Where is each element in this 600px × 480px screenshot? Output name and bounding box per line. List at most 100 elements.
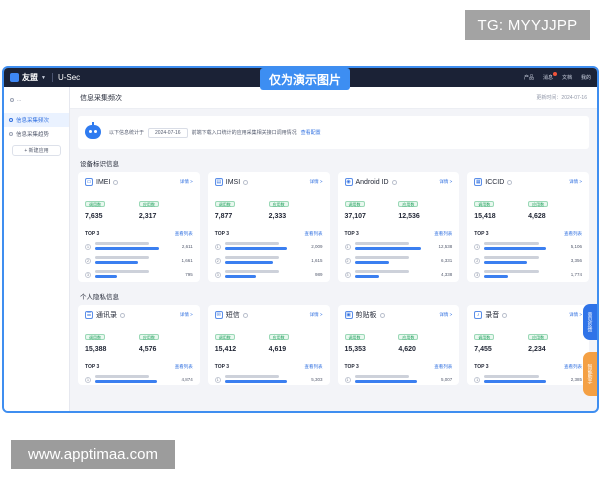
stat-value: 7,635 — [85, 213, 103, 220]
view-list-link[interactable]: 查看列表 — [434, 364, 452, 370]
rank-body — [224, 242, 303, 251]
rank-body — [484, 242, 562, 251]
detail-link[interactable]: 详情 > — [569, 179, 582, 185]
logo-icon — [10, 73, 19, 82]
stat-value: 4,576 — [138, 346, 157, 353]
stat-tag: 应用数 — [138, 201, 159, 207]
blurred-app-name — [484, 270, 539, 273]
product-name: U-Sec — [51, 73, 80, 82]
view-list-link[interactable]: 查看列表 — [305, 231, 323, 237]
rank-number: 3 — [344, 271, 351, 278]
detail-link[interactable]: 详情 > — [439, 312, 452, 318]
detail-link[interactable]: 详情 > — [439, 179, 452, 185]
detail-link[interactable]: 详情 > — [180, 312, 193, 318]
rank-row: 3 1,774 — [474, 270, 582, 279]
metric-card: ▣ 剪贴板 详情 > 调用数 15,353 应用数 4,620 TOP 3 查看… — [337, 305, 460, 385]
config-link[interactable]: 查看配置 — [301, 129, 321, 136]
rank-row: 2 1,615 — [214, 256, 323, 265]
info-icon[interactable] — [391, 179, 397, 185]
stat-apps: 应用数 2,234 — [528, 326, 582, 353]
rank-body — [224, 256, 303, 265]
iccid-icon: ▦ — [474, 178, 483, 186]
info-icon[interactable] — [502, 312, 508, 318]
sidebar-item-label: 信息采集频次 — [16, 118, 50, 124]
robot-mascot-icon — [82, 121, 104, 144]
detail-link[interactable]: 详情 > — [180, 179, 193, 185]
top3-label: TOP 3 — [85, 364, 100, 370]
stat-value: 4,619 — [268, 346, 287, 353]
card-stats: 调用数 15,353 应用数 4,620 — [344, 326, 453, 353]
card-title: ICCID — [485, 178, 505, 186]
imei-icon: ▭ — [85, 178, 93, 186]
rank-value: 5,106 — [570, 244, 582, 249]
sections-container: 设备标识信息 ▭ IMEI 详情 > 调用数 7,635 应用数 2,317 T… — [70, 158, 597, 385]
view-list-link[interactable]: 查看列表 — [564, 231, 582, 237]
info-icon[interactable] — [120, 312, 125, 318]
card-stats: 调用数 15,388 应用数 4,576 — [85, 326, 193, 353]
blurred-app-name — [484, 242, 539, 245]
top3-header: TOP 3 查看列表 — [215, 364, 323, 370]
stat-value: 15,418 — [474, 213, 496, 220]
card-title: IMEI — [96, 178, 111, 186]
top3-header: TOP 3 查看列表 — [345, 364, 453, 370]
stat-tag: 应用数 — [138, 334, 159, 340]
new-app-button[interactable]: + 新建应用 — [12, 145, 61, 156]
card-title: 剪贴板 — [355, 312, 377, 319]
nav-docs[interactable]: 文档 — [562, 74, 572, 81]
rank-row: 1 2,611 — [85, 242, 193, 251]
nav-messages[interactable]: 消息 — [543, 72, 557, 81]
rank-value: 5,303 — [311, 377, 323, 382]
info-icon[interactable] — [113, 179, 119, 185]
sidebar-item-trend[interactable]: 信息采集趋势 — [4, 127, 69, 141]
view-list-link[interactable]: 查看列表 — [564, 364, 582, 370]
info-icon[interactable] — [242, 312, 248, 318]
blurred-app-name — [224, 242, 280, 245]
org-icon — [10, 98, 14, 102]
detail-link[interactable]: 详情 > — [569, 312, 582, 318]
rank-row: 1 5,007 — [344, 375, 452, 384]
rank-bar — [95, 275, 117, 278]
stat-tag: 应用数 — [528, 201, 549, 207]
rank-value: 795 — [185, 272, 193, 277]
blurred-app-name — [484, 256, 539, 259]
top3-label: TOP 3 — [85, 231, 100, 237]
feedback-float-button[interactable]: 意见反馈 — [583, 304, 597, 340]
stat-tag: 应用数 — [268, 201, 289, 207]
brand-name[interactable]: 友盟 — [22, 72, 38, 83]
detail-link[interactable]: 详情 > — [310, 179, 323, 185]
rank-value: 1,774 — [570, 272, 582, 277]
rank-row: 1 2,009 — [214, 242, 323, 251]
date-picker[interactable]: 2024-07-16 — [148, 127, 188, 138]
sidebar-item-frequency[interactable]: 信息采集频次 — [4, 113, 69, 127]
card-stats: 调用数 37,107 应用数 12,536 — [344, 193, 453, 220]
detail-link[interactable]: 详情 > — [310, 312, 323, 318]
view-list-link[interactable]: 查看列表 — [305, 364, 323, 370]
rank-body — [484, 270, 562, 279]
rank-number: 2 — [214, 257, 221, 264]
assistant-float-button[interactable]: 智能助手 — [583, 352, 597, 396]
view-list-link[interactable]: 查看列表 — [434, 231, 452, 237]
info-icon[interactable] — [379, 312, 385, 318]
nav-account[interactable]: 我的 — [581, 74, 591, 81]
nav-products[interactable]: 产品 — [524, 74, 534, 81]
rank-bar — [354, 247, 421, 250]
info-icon[interactable] — [243, 179, 249, 185]
stat-calls: 调用数 15,418 — [474, 193, 528, 220]
rank-body — [354, 242, 433, 251]
card-header: ▭ IMEI 详情 > — [85, 177, 193, 187]
rank-body — [224, 270, 303, 279]
top3-label: TOP 3 — [474, 364, 489, 370]
chevron-down-icon[interactable]: ▼ — [41, 75, 46, 81]
card-header: ✉ 短信 详情 > — [214, 310, 323, 320]
rank-body — [354, 375, 433, 384]
blurred-app-name — [354, 242, 409, 245]
org-selector[interactable]: ... — [8, 95, 65, 105]
info-icon[interactable] — [507, 179, 513, 185]
view-list-link[interactable]: 查看列表 — [175, 231, 193, 237]
card-header: ♪ 录音 详情 > — [474, 310, 582, 320]
rank-bar — [354, 275, 380, 278]
card-stats: 调用数 7,635 应用数 2,317 — [85, 193, 193, 220]
view-list-link[interactable]: 查看列表 — [175, 364, 193, 370]
card-row: ▭ IMEI 详情 > 调用数 7,635 应用数 2,317 TOP 3 查看… — [78, 172, 589, 282]
rank-body — [224, 375, 303, 384]
